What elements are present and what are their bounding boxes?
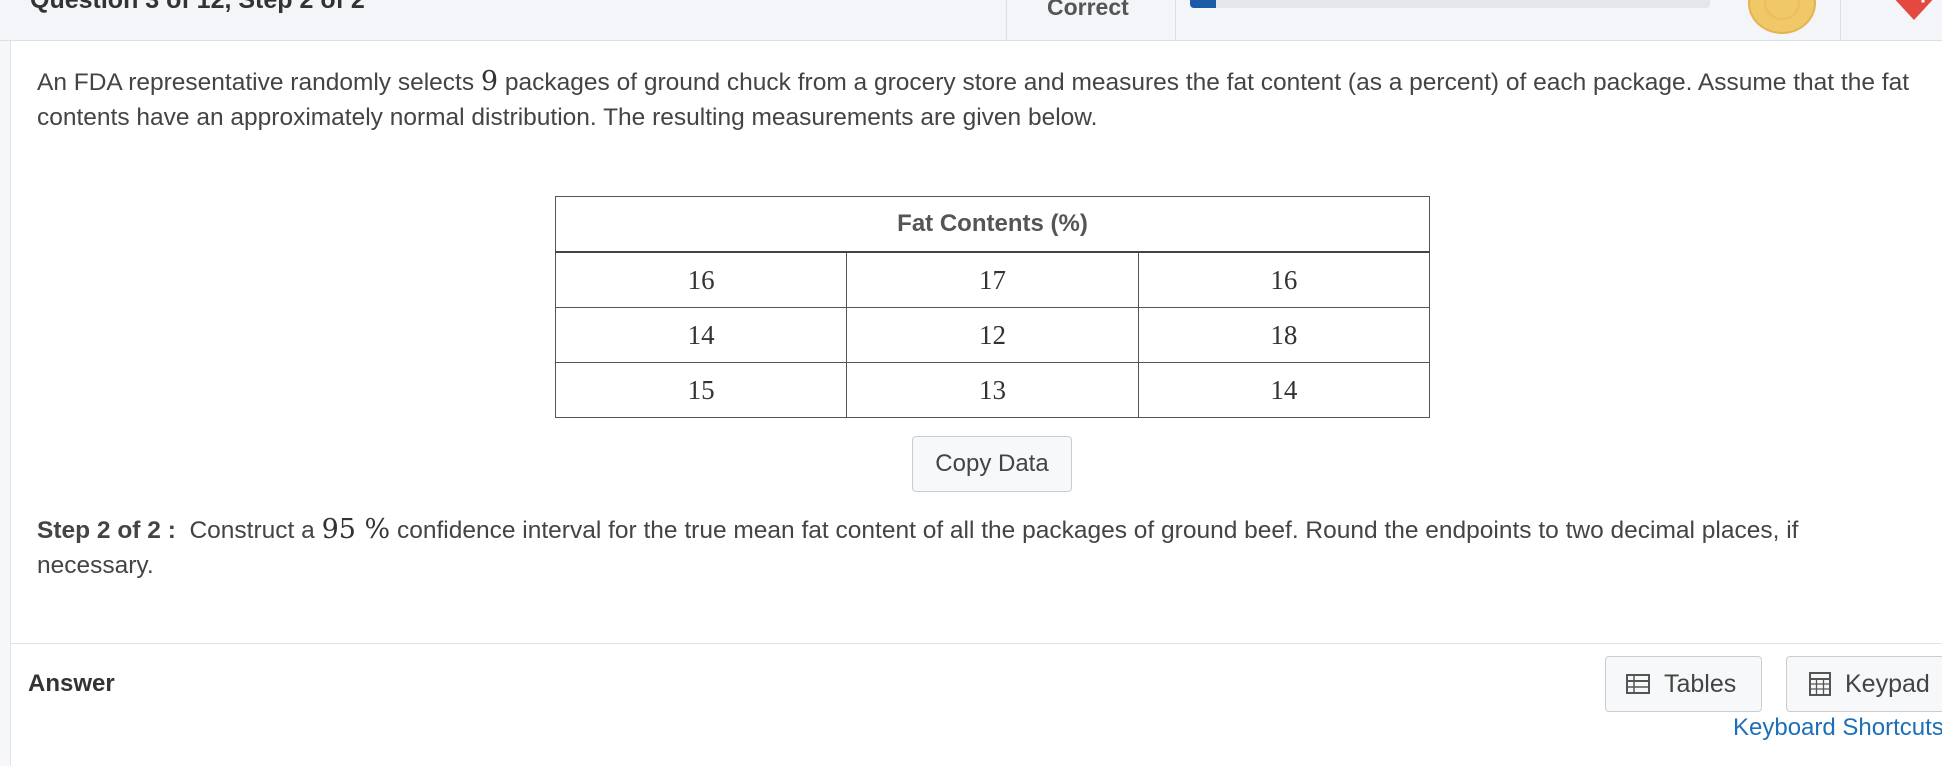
table-cell: 14 (554, 307, 848, 363)
table-row: 14 12 18 (554, 307, 1431, 363)
table-cell: 13 (846, 362, 1139, 418)
table-cell: 15 (554, 362, 848, 418)
left-border (0, 0, 11, 766)
sample-size-value: 9 (480, 66, 499, 97)
tables-button-label: Tables (1664, 669, 1737, 698)
table-cell: 12 (846, 307, 1139, 363)
keypad-button-label: Keypad (1845, 669, 1930, 698)
coin-inner-ring (1764, 0, 1800, 20)
problem-statement: An FDA representative randomly selects 9… (37, 64, 1917, 135)
header-divider (1840, 0, 1841, 40)
coin-icon[interactable] (1748, 0, 1816, 34)
step-text-start: Construct a (189, 517, 322, 544)
step-instructions: Step 2 of 2 : Construct a 95 % confidenc… (37, 512, 1917, 583)
answer-divider (10, 643, 1942, 644)
heart-icon[interactable] (1884, 0, 1942, 26)
table-cell: 14 (1137, 362, 1431, 418)
keypad-button[interactable]: Keypad (1786, 656, 1942, 712)
table-cell: 16 (554, 251, 848, 308)
answer-label: Answer (28, 670, 115, 697)
calculator-icon (1809, 672, 1831, 696)
status-box: Correct (1006, 0, 1176, 40)
table-cell: 17 (846, 251, 1139, 308)
step-label: Step 2 of 2 : (37, 517, 176, 544)
table-row: 15 13 14 (554, 362, 1431, 418)
status-text: Correct (1047, 0, 1129, 20)
question-title: Question 3 of 12, Step 2 of 2 (30, 0, 365, 14)
table-header: Fat Contents (%) (555, 196, 1430, 253)
progress-fill (1190, 0, 1216, 8)
question-header-bar: Question 3 of 12, Step 2 of 2 Correct (0, 0, 1942, 41)
confidence-level: 95 % (321, 514, 391, 545)
keyboard-shortcuts-link[interactable]: Keyboard Shortcuts (1733, 714, 1942, 742)
fat-contents-table: Fat Contents (%) 16 17 16 14 12 18 15 13… (554, 196, 1431, 418)
tables-button[interactable]: Tables (1605, 656, 1762, 712)
table-cell: 18 (1137, 307, 1431, 363)
table-row: 16 17 16 (554, 251, 1431, 308)
table-cell: 16 (1137, 251, 1431, 308)
progress-bar (1190, 0, 1710, 8)
intro-text-start: An FDA representative randomly selects (37, 69, 481, 96)
copy-data-button[interactable]: Copy Data (912, 436, 1072, 492)
table-grid-icon (1626, 674, 1650, 694)
